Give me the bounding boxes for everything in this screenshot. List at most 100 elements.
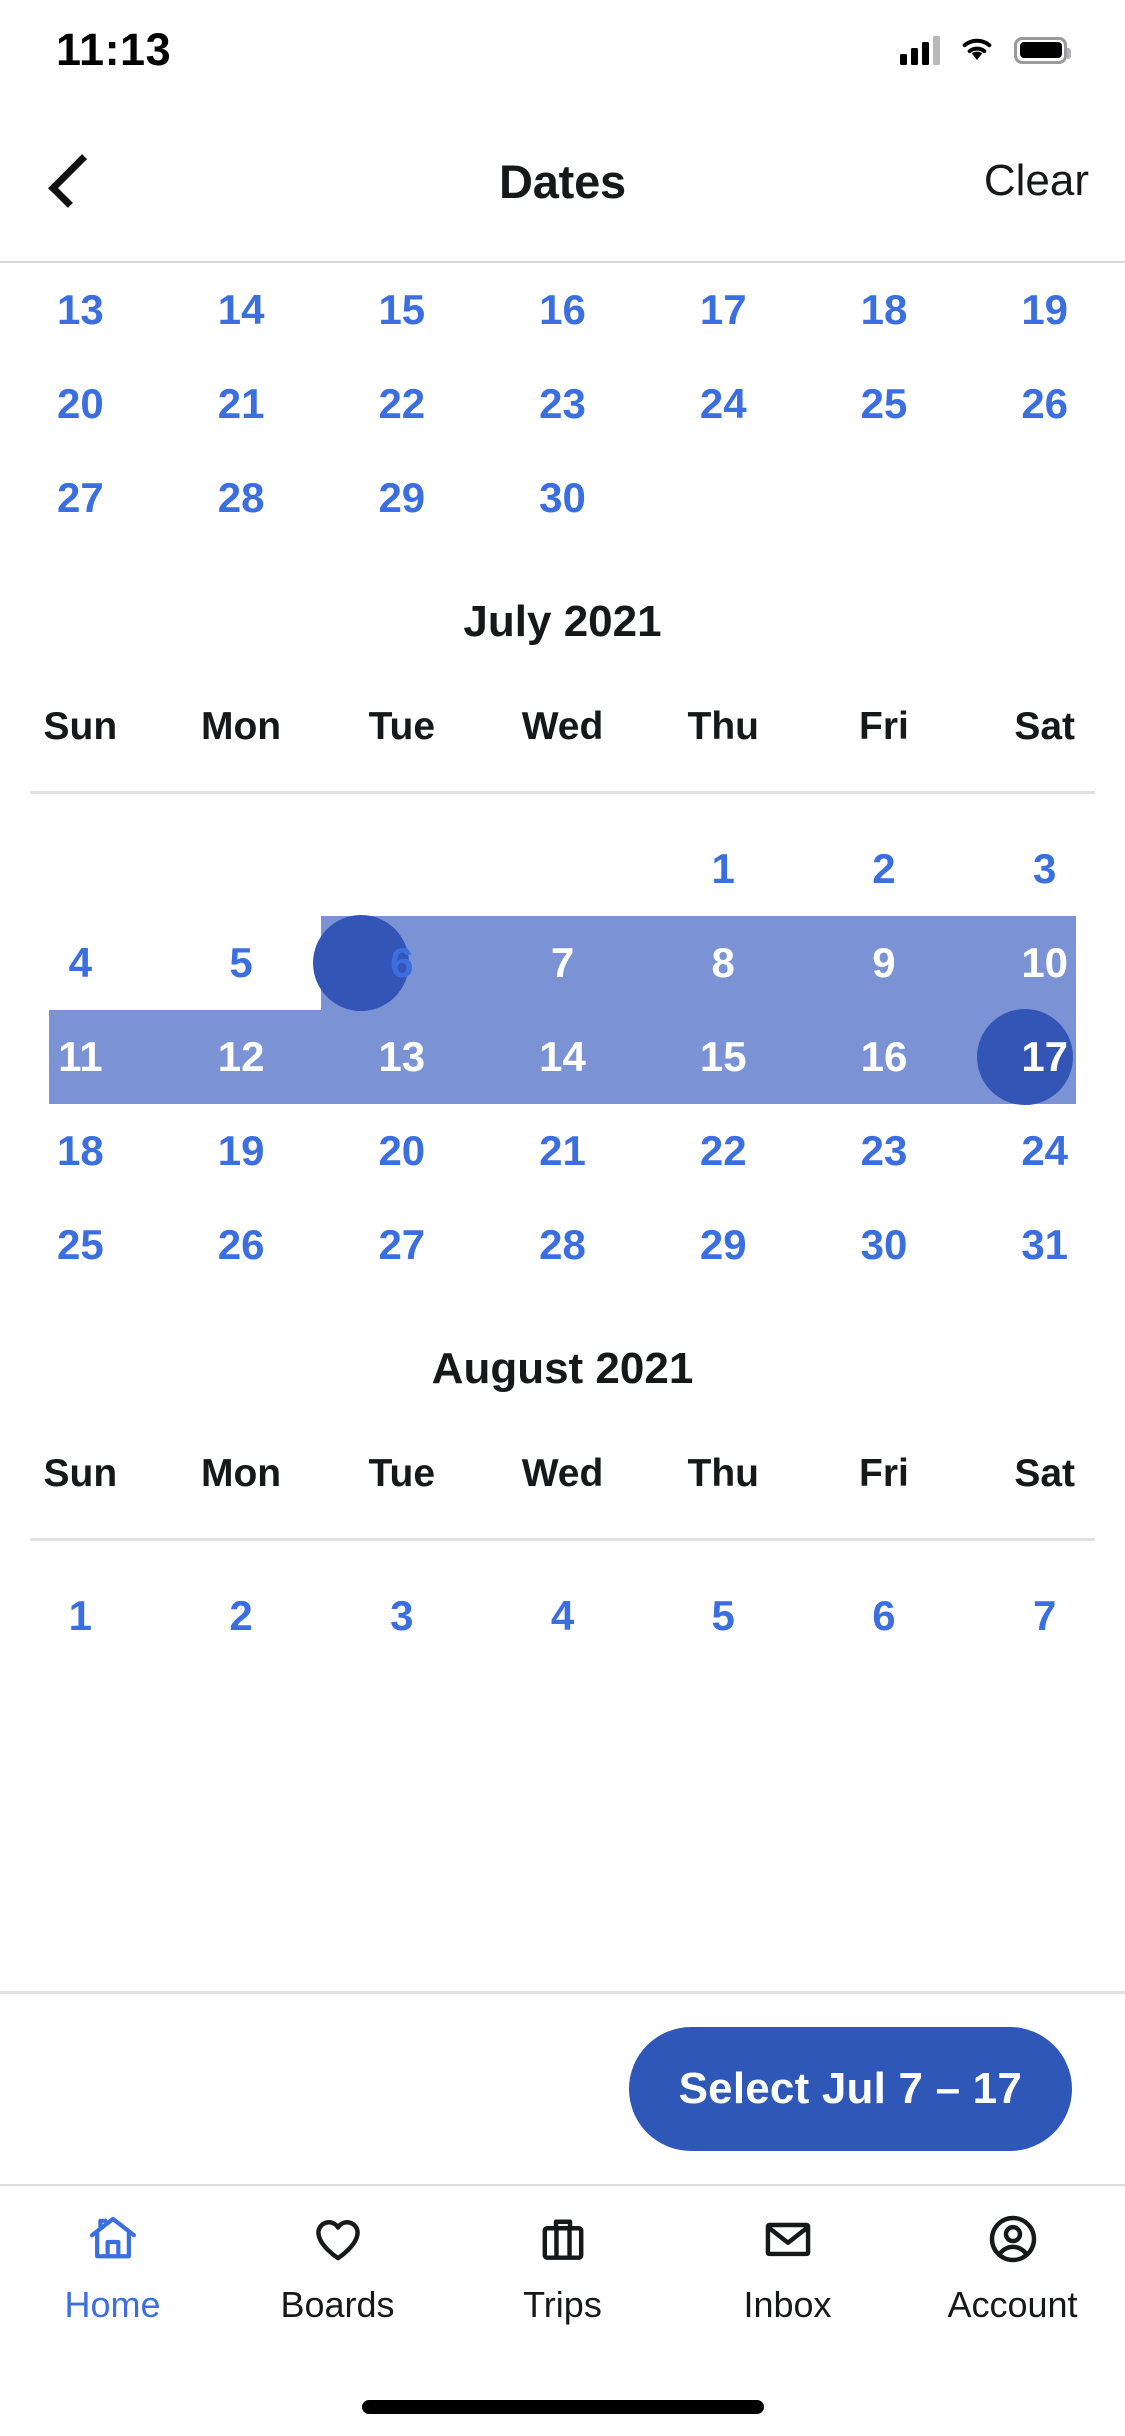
day-cell[interactable]: 24 (643, 357, 804, 451)
day-cell-in-range[interactable]: 13 (321, 1010, 482, 1104)
month-title-july: July 2021 (463, 597, 662, 646)
tab-home[interactable]: Home (0, 2208, 225, 2326)
day-cell[interactable]: 13 (0, 263, 161, 357)
tab-label: Inbox (743, 2284, 832, 2325)
day-cell[interactable]: 28 (161, 451, 322, 545)
battery-icon (1014, 36, 1071, 64)
clear-button[interactable]: Clear (984, 100, 1089, 262)
account-circle-icon (982, 2208, 1044, 2270)
day-cell[interactable]: 20 (0, 357, 161, 451)
day-cell[interactable]: 22 (643, 1104, 804, 1198)
day-cell[interactable]: 2 (804, 822, 965, 916)
weekday-label: Tue (368, 705, 436, 748)
day-cell-in-range[interactable]: 10 (964, 916, 1125, 1010)
day-cell[interactable]: 29 (643, 1198, 804, 1292)
day-cell[interactable]: 24 (964, 1104, 1125, 1198)
day-cell[interactable]: 3 (964, 822, 1125, 916)
day-cell[interactable]: 23 (482, 357, 643, 451)
day-cell[interactable]: 19 (161, 1104, 322, 1198)
tab-label: Account (947, 2284, 1078, 2325)
day-cell[interactable]: 26 (964, 357, 1125, 451)
day-cell[interactable]: 1 (643, 822, 804, 916)
home-indicator (361, 2400, 764, 2414)
day-cell-in-range[interactable]: 14 (482, 1010, 643, 1104)
calendar-week-row: 20 21 22 23 24 25 26 (0, 357, 1125, 451)
signal-bars-icon (900, 35, 940, 65)
select-dates-button[interactable]: Select Jul 7 – 17 (628, 2027, 1072, 2151)
day-cell[interactable]: 30 (804, 1198, 965, 1292)
heart-icon (307, 2208, 369, 2270)
day-cell-empty (482, 822, 643, 916)
day-cell[interactable]: 20 (321, 1104, 482, 1198)
tab-account[interactable]: Account (900, 2208, 1125, 2326)
footer-bar: Select Jul 7 – 17 (0, 1994, 1125, 2184)
weekday-divider (30, 1538, 1095, 1541)
day-cell[interactable]: 16 (482, 263, 643, 357)
day-cell[interactable]: 5 (161, 916, 322, 1010)
day-cell[interactable]: 22 (321, 357, 482, 451)
day-cell[interactable]: 15 (321, 263, 482, 357)
weekday-label: Wed (521, 1452, 604, 1495)
calendar-week-row: 1 2 3 4 5 6 7 (0, 1569, 1125, 1663)
day-cell[interactable]: 30 (482, 451, 643, 545)
day-cell[interactable]: 29 (321, 451, 482, 545)
calendar-week-row: 1 2 3 (0, 822, 1125, 916)
day-cell-empty (964, 451, 1125, 545)
day-cell-in-range[interactable]: 8 (643, 916, 804, 1010)
day-cell[interactable]: 4 (482, 1569, 643, 1663)
envelope-icon (757, 2208, 819, 2270)
day-cell-empty (643, 451, 804, 545)
day-cell-in-range[interactable]: 11 (0, 1010, 161, 1104)
day-cell-empty (161, 822, 322, 916)
day-cell[interactable]: 21 (482, 1104, 643, 1198)
day-cell[interactable]: 19 (964, 263, 1125, 357)
tab-trips[interactable]: Trips (450, 2208, 675, 2326)
day-cell-range-start[interactable]: 7 (482, 916, 643, 1010)
day-cell[interactable]: 26 (161, 1198, 322, 1292)
day-cell[interactable]: 4 (0, 916, 161, 1010)
calendar-week-row-selected-end: 11 12 13 14 15 16 17 (0, 1009, 1125, 1105)
weekday-header-july: Sun Mon Tue Wed Thu Fri Sat (0, 691, 1125, 763)
calendar-scroll[interactable]: 13 14 15 16 17 18 19 20 21 22 23 24 25 2… (0, 263, 1125, 1991)
tab-inbox[interactable]: Inbox (675, 2208, 900, 2326)
calendar-week-row: 18 19 20 21 22 23 24 (0, 1104, 1125, 1198)
day-cell[interactable]: 27 (0, 451, 161, 545)
weekday-label: Sun (43, 1452, 118, 1495)
day-cell[interactable]: 28 (482, 1198, 643, 1292)
day-cell[interactable]: 14 (161, 263, 322, 357)
day-cell[interactable]: 7 (964, 1569, 1125, 1663)
home-icon (82, 2208, 144, 2270)
day-cell[interactable]: 27 (321, 1198, 482, 1292)
day-cell-empty (804, 451, 965, 545)
day-cell-in-range[interactable]: 12 (161, 1010, 322, 1104)
day-cell[interactable]: 6 (804, 1569, 965, 1663)
day-cell[interactable]: 2 (161, 1569, 322, 1663)
day-cell[interactable]: 17 (643, 263, 804, 357)
day-cell[interactable]: 23 (804, 1104, 965, 1198)
wifi-icon (957, 33, 997, 68)
day-cell[interactable]: 18 (0, 1104, 161, 1198)
day-cell-range-end[interactable]: 17 (964, 1010, 1125, 1104)
tab-boards[interactable]: Boards (225, 2208, 450, 2326)
day-cell[interactable]: 18 (804, 263, 965, 357)
day-cell-empty (0, 822, 161, 916)
weekday-label: Sat (1014, 1452, 1076, 1495)
day-cell[interactable]: 21 (161, 357, 322, 451)
weekday-label: Mon (201, 1452, 282, 1495)
status-bar: 11:13 (0, 0, 1125, 100)
day-cell[interactable]: 25 (0, 1198, 161, 1292)
day-cell[interactable]: 1 (0, 1569, 161, 1663)
tab-label: Home (64, 2284, 161, 2325)
calendar-week-row: 27 28 29 30 (0, 451, 1125, 545)
day-cell[interactable]: 5 (643, 1569, 804, 1663)
day-cell[interactable]: 31 (964, 1198, 1125, 1292)
day-cell[interactable]: 25 (804, 357, 965, 451)
weekday-label: Fri (859, 1452, 909, 1495)
day-cell-in-range[interactable]: 9 (804, 916, 965, 1010)
day-cell-in-range[interactable]: 16 (804, 1010, 965, 1104)
app-screen: 11:13 Dates Clear 13 14 15 16 17 18 19 2… (0, 0, 1125, 2436)
status-icons (900, 33, 1071, 68)
day-cell-in-range[interactable]: 15 (643, 1010, 804, 1104)
day-cell[interactable]: 3 (321, 1569, 482, 1663)
day-cell[interactable]: 6 (321, 916, 482, 1010)
